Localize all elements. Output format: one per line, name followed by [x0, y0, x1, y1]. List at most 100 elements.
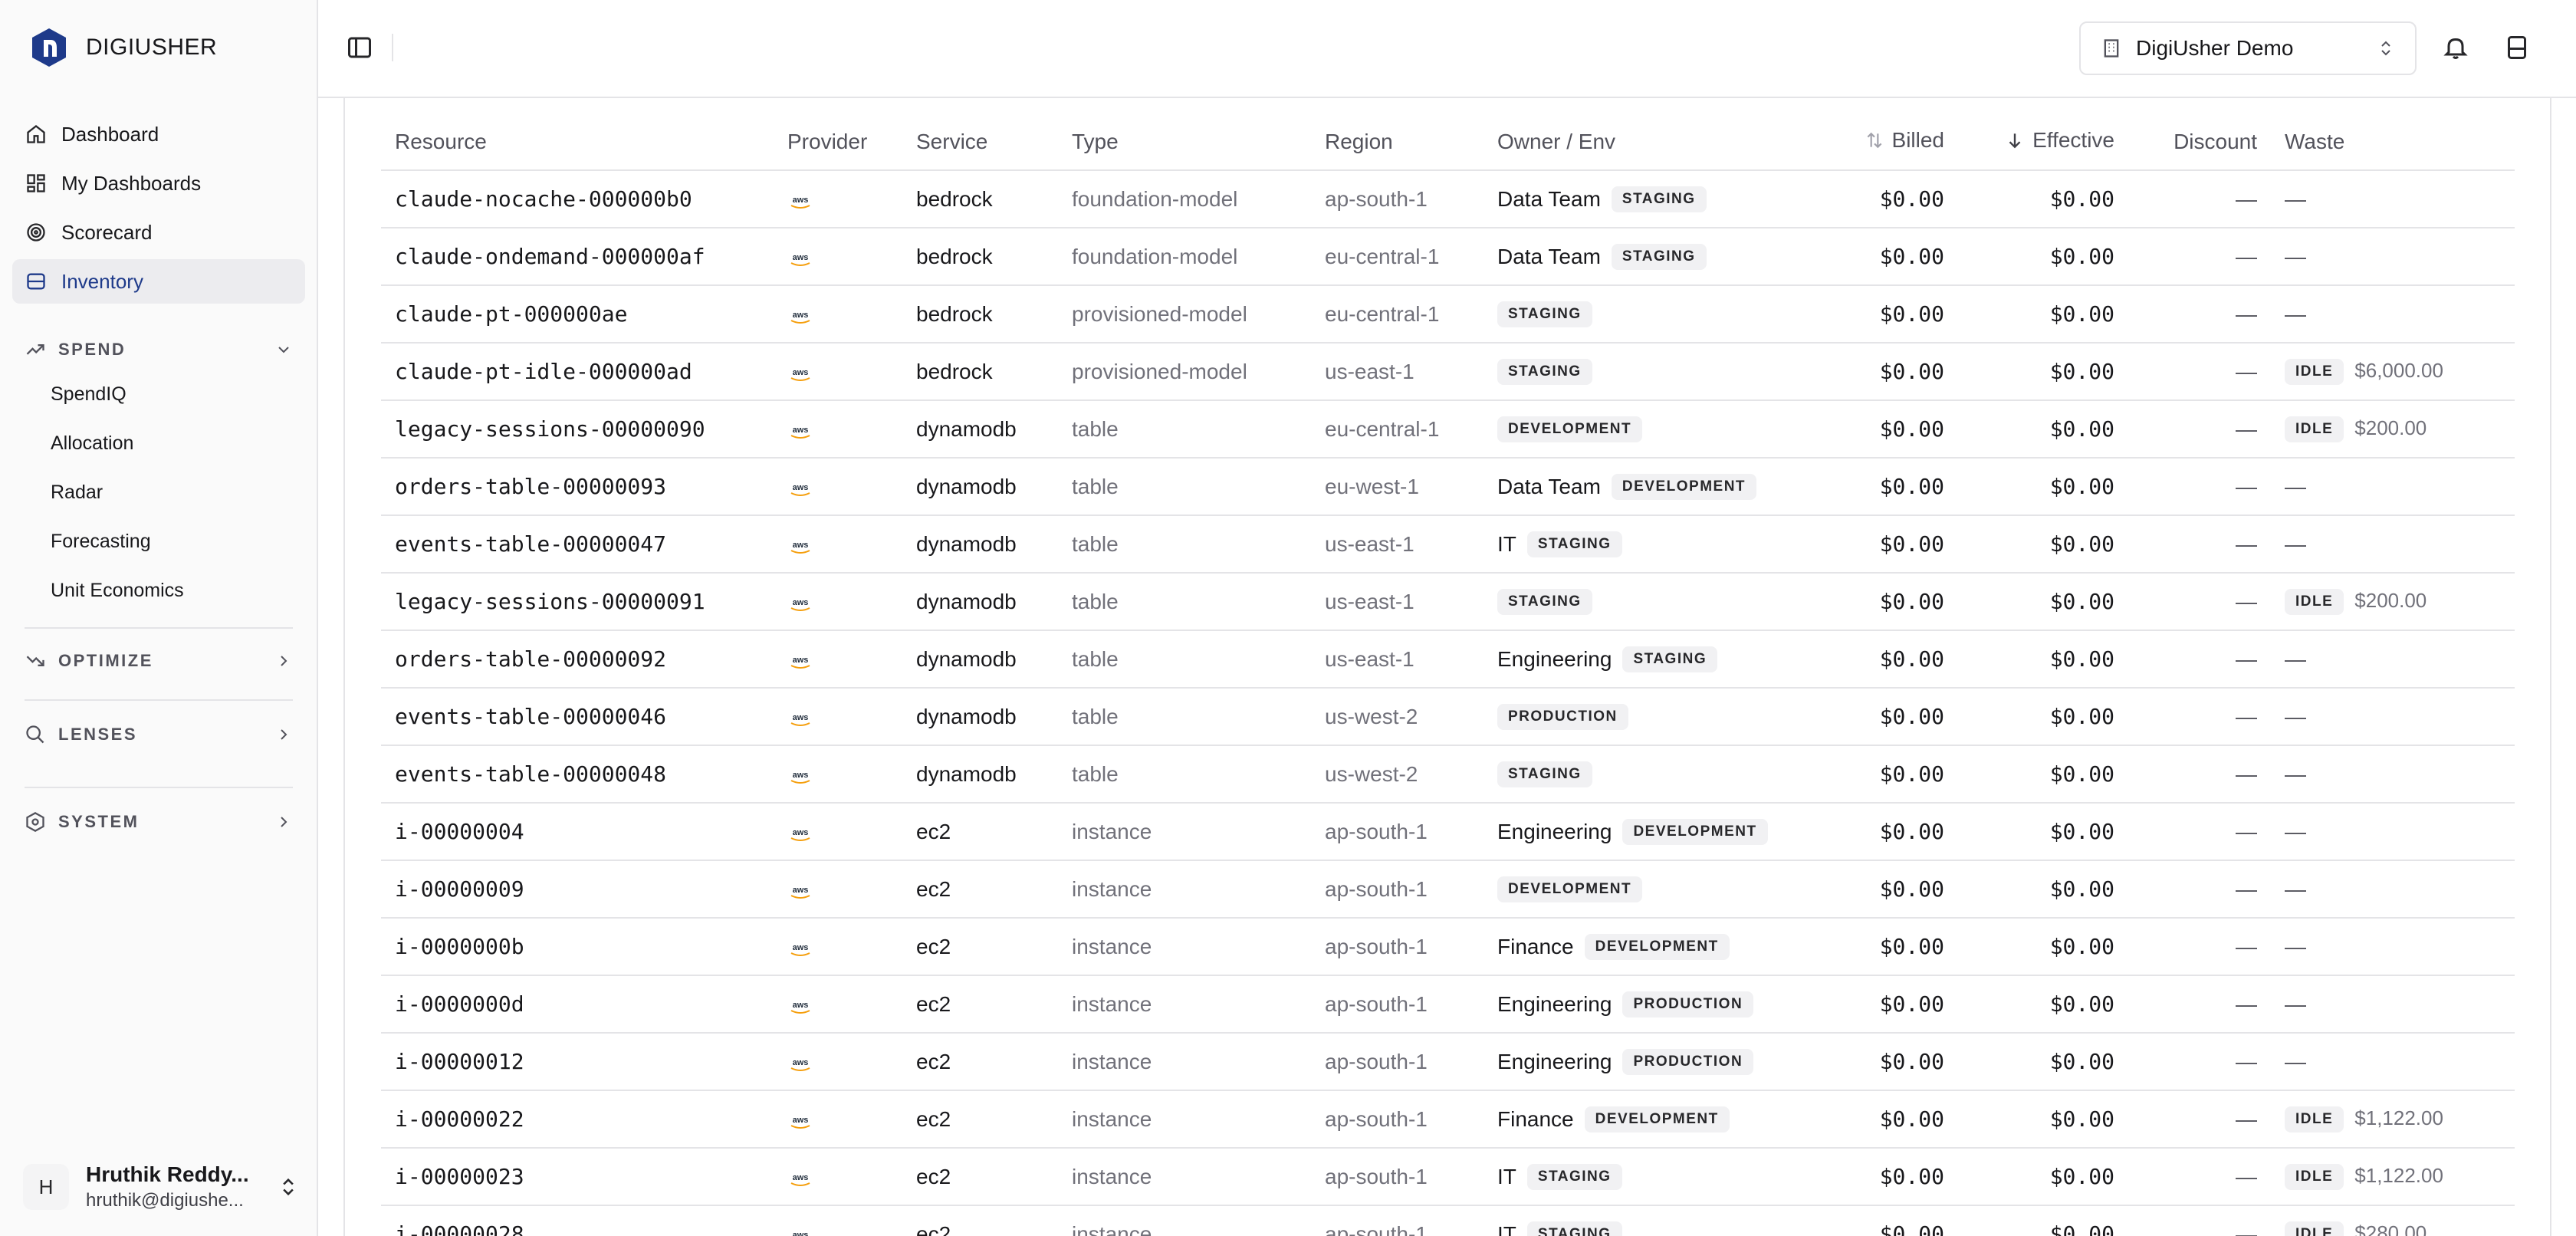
svg-text:aws: aws: [793, 483, 809, 492]
resource-id[interactable]: claude-pt-idle-000000ad: [395, 359, 692, 384]
cell-effective: $0.00: [1958, 860, 2128, 919]
table-row[interactable]: events-table-00000048 aws dynamodb table us-…: [381, 745, 2515, 804]
resource-id[interactable]: events-table-00000047: [395, 531, 666, 557]
cell-discount: —: [2128, 573, 2271, 631]
column-header-resource[interactable]: Resource: [381, 113, 774, 171]
sidebar-item-unit-economics[interactable]: Unit Economics: [51, 580, 184, 602]
resource-id[interactable]: events-table-00000048: [395, 761, 666, 787]
chevrons-up-down-icon: [283, 1178, 294, 1196]
owner-name: Engineering: [1497, 646, 1612, 671]
notebook-icon[interactable]: [2503, 34, 2531, 61]
section-spend[interactable]: SPEND: [25, 334, 293, 365]
sidebar-item-radar[interactable]: Radar: [51, 482, 103, 504]
cell-waste: —: [2271, 803, 2515, 861]
cell-waste: IDLE $200.00: [2271, 400, 2515, 459]
nav-item-dashboard[interactable]: Dashboard: [12, 112, 305, 156]
aws-logo-icon: aws: [787, 997, 813, 1014]
table-row[interactable]: i-00000023 aws ec2 instance ap-south-1 IT STAG…: [381, 1148, 2515, 1206]
cell-effective: $0.00: [1958, 515, 2128, 574]
section-optimize[interactable]: OPTIMIZE: [25, 646, 293, 676]
resource-id[interactable]: i-00000004: [395, 819, 524, 844]
resource-id[interactable]: legacy-sessions-00000090: [395, 416, 705, 442]
user-email: hruthik@digiushe...: [86, 1190, 244, 1211]
chevron-down-icon[interactable]: [274, 340, 293, 359]
nav-item-my-dashboards[interactable]: My Dashboards: [12, 161, 305, 205]
svg-text:aws: aws: [793, 656, 809, 665]
column-header-provider[interactable]: Provider: [774, 113, 902, 171]
cell-waste: —: [2271, 515, 2515, 574]
sidebar-item-forecasting[interactable]: Forecasting: [51, 531, 151, 553]
table-row[interactable]: orders-table-00000092 aws dynamodb table us-…: [381, 630, 2515, 689]
column-header-type[interactable]: Type: [1058, 113, 1311, 171]
resource-id[interactable]: claude-nocache-000000b0: [395, 186, 692, 212]
resource-id[interactable]: orders-table-00000093: [395, 474, 666, 499]
sidebar-toggle-icon[interactable]: [346, 34, 373, 61]
bell-icon[interactable]: [2442, 34, 2469, 61]
cell-resource: i-00000004: [381, 803, 774, 861]
sidebar-item-allocation[interactable]: Allocation: [51, 432, 133, 455]
cell-service: ec2: [902, 1090, 1058, 1149]
table-row[interactable]: i-00000004 aws ec2 instance ap-south-1 Engine…: [381, 803, 2515, 861]
aws-logo-icon: aws: [787, 882, 813, 899]
table-row[interactable]: claude-nocache-000000b0 aws bedrock foundat…: [381, 170, 2515, 228]
section-system[interactable]: SYSTEM: [25, 807, 293, 837]
table-row[interactable]: i-0000000d aws ec2 instance ap-south-1 Engine…: [381, 975, 2515, 1034]
table-row[interactable]: i-00000009 aws ec2 instance ap-south-1 DEVELO…: [381, 860, 2515, 919]
resource-id[interactable]: i-00000028: [395, 1221, 524, 1236]
resource-id[interactable]: i-0000000b: [395, 934, 524, 959]
resource-id[interactable]: i-00000012: [395, 1049, 524, 1074]
chevron-right-icon[interactable]: [274, 652, 293, 670]
table-row[interactable]: legacy-sessions-00000091 aws dynamodb table…: [381, 573, 2515, 631]
table-row[interactable]: events-table-00000046 aws dynamodb table us-…: [381, 688, 2515, 746]
resource-id[interactable]: legacy-sessions-00000091: [395, 589, 705, 614]
resource-id[interactable]: events-table-00000046: [395, 704, 666, 729]
column-header-waste[interactable]: Waste: [2271, 113, 2515, 171]
nav-item-inventory[interactable]: Inventory: [12, 259, 305, 304]
column-header-owner-env[interactable]: Owner / Env: [1484, 113, 1809, 171]
table-row[interactable]: i-00000022 aws ec2 instance ap-south-1 Financ…: [381, 1090, 2515, 1149]
table-row[interactable]: legacy-sessions-00000090 aws dynamodb table…: [381, 400, 2515, 459]
env-badge: DEVELOPMENT: [1497, 876, 1643, 902]
inventory-panel: Resource Provider Service Type Region Ow…: [343, 98, 2551, 1236]
table-row[interactable]: i-00000012 aws ec2 instance ap-south-1 Engine…: [381, 1033, 2515, 1091]
org-selector[interactable]: DigiUsher Demo: [2079, 21, 2417, 75]
brand[interactable]: DIGIUSHER: [28, 26, 217, 69]
resource-id[interactable]: claude-pt-000000ae: [395, 301, 627, 327]
column-header-label: Billed: [1891, 127, 1944, 152]
chevron-right-icon[interactable]: [274, 725, 293, 744]
table-row[interactable]: claude-pt-000000ae aws bedrock provisioned-…: [381, 285, 2515, 344]
owner-name: Engineering: [1497, 1049, 1612, 1073]
column-header-discount[interactable]: Discount: [2128, 113, 2271, 171]
chevron-right-icon[interactable]: [274, 813, 293, 831]
cell-service: bedrock: [902, 285, 1058, 344]
column-header-region[interactable]: Region: [1311, 113, 1484, 171]
sidebar-item-spendiq[interactable]: SpendIQ: [51, 383, 127, 406]
table-row[interactable]: i-00000028 aws ec2 instance ap-south-1 IT STAG…: [381, 1205, 2515, 1236]
table-row[interactable]: claude-pt-idle-000000ad aws bedrock provisi…: [381, 343, 2515, 401]
resource-id[interactable]: i-00000022: [395, 1106, 524, 1132]
resource-id[interactable]: i-00000009: [395, 876, 524, 902]
cell-effective: $0.00: [1958, 1090, 2128, 1149]
aws-logo-icon: aws: [787, 537, 813, 554]
resource-id[interactable]: i-0000000d: [395, 991, 524, 1017]
column-header-effective[interactable]: Effective: [1958, 113, 2128, 171]
table-row[interactable]: i-0000000b aws ec2 instance ap-south-1 Financ…: [381, 918, 2515, 976]
user-menu[interactable]: H Hruthik Reddy... hruthik@digiushe...: [23, 1159, 299, 1215]
table-row[interactable]: events-table-00000047 aws dynamodb table us-…: [381, 515, 2515, 574]
resource-id[interactable]: claude-ondemand-000000af: [395, 244, 705, 269]
cell-billed: $0.00: [1809, 803, 1958, 861]
nav-item-scorecard[interactable]: Scorecard: [12, 210, 305, 255]
cell-billed: $0.00: [1809, 745, 1958, 804]
cell-resource: i-0000000d: [381, 975, 774, 1034]
owner-name: Data Team: [1497, 244, 1601, 268]
resource-id[interactable]: i-00000023: [395, 1164, 524, 1189]
column-header-billed[interactable]: Billed: [1809, 113, 1958, 171]
cell-waste: —: [2271, 630, 2515, 689]
resource-id[interactable]: orders-table-00000092: [395, 646, 666, 672]
column-header-service[interactable]: Service: [902, 113, 1058, 171]
table-row[interactable]: claude-ondemand-000000af aws bedrock founda…: [381, 228, 2515, 286]
section-lenses[interactable]: LENSES: [25, 719, 293, 750]
svg-text:aws: aws: [793, 196, 809, 205]
table-row[interactable]: orders-table-00000093 aws dynamodb table eu-…: [381, 458, 2515, 516]
cell-service: dynamodb: [902, 458, 1058, 516]
